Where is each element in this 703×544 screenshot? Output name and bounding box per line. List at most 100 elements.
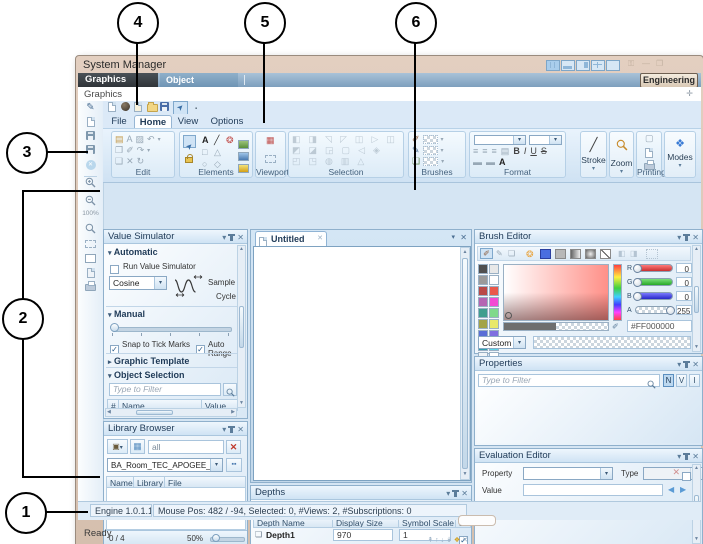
qat-library-icon[interactable] [121,102,130,114]
scroll-down-icon[interactable]: ▼ [238,400,245,407]
selection-tool-icon[interactable]: ◨ [309,135,318,144]
palette-swatch[interactable] [478,308,488,318]
gradient-brush-icon[interactable]: ✎ [496,249,503,258]
line-tool-icon[interactable]: ╱ [214,136,219,145]
green-value[interactable]: 0 [676,277,692,287]
qat-pointer-icon[interactable]: ➤ [173,101,188,115]
palette-swatch[interactable] [489,264,499,274]
zoom-in-icon[interactable] [78,177,103,191]
library-options-icon[interactable]: ▪▪ [226,458,242,472]
delete-depth-icon[interactable]: ✕ [462,537,468,544]
palette-swatch[interactable] [489,297,499,307]
new-document-icon[interactable] [78,117,103,130]
document-close-icon[interactable]: ✕ [460,233,467,242]
library-zoom-thumb[interactable] [212,534,220,542]
ribbon-tab-file[interactable]: File [106,115,132,128]
hue-bar[interactable] [613,264,622,321]
pencil-icon[interactable]: ✎ [78,103,103,113]
snap-checkbox[interactable]: ✓ [110,339,119,357]
eyedropper-icon[interactable]: ✐ [612,322,619,331]
rectangle-tool-icon[interactable]: □ [202,148,207,157]
filter-name-button[interactable]: N [663,374,674,387]
library-source-button[interactable]: ▣▾ [107,439,128,454]
palette-swatch[interactable] [478,297,488,307]
selection-tool-icon[interactable]: ◍ [325,157,333,166]
align-center-icon[interactable]: ≡ [482,147,487,156]
stroke-button[interactable]: ╱ Stroke ▾ [580,131,607,178]
manual-slider-track[interactable] [112,327,232,332]
window-grip[interactable] [458,515,496,526]
underline-button[interactable]: U [530,147,537,156]
panel-pin-icon[interactable] [685,453,688,460]
panel-menu-icon[interactable]: ▾ [677,452,681,461]
selection-tool-icon[interactable]: ▷ [371,135,378,144]
hex-color-input[interactable]: #FF000000 [627,320,692,332]
delete-icon[interactable]: ✕ [126,157,134,166]
panel-pin-icon[interactable] [454,490,457,497]
texture-icon[interactable] [646,249,658,259]
stroke-brush-swatch[interactable] [423,146,438,155]
waveform-select[interactable]: Cosine▾ [109,276,167,290]
selection-tool-icon[interactable]: ◪ [309,146,318,155]
zoom-button[interactable]: Zoom ▾ [609,131,634,178]
brush-editor-vscrollbar[interactable]: ▲ ▼ [692,245,701,352]
selection-tool-icon[interactable]: ◁ [358,146,365,155]
move-top-icon[interactable]: ↟ [427,537,433,544]
redo-dropdown-icon[interactable]: ▾ [147,148,150,154]
section-automatic[interactable]: ▾ Automatic [108,247,158,257]
fill-brush-dropdown-icon[interactable]: ▾ [441,137,444,143]
font-size-select[interactable]: ▾ [529,135,562,145]
green-slider-thumb[interactable] [633,278,642,287]
selection-tool-icon[interactable]: ◲ [325,146,334,155]
qat-save-icon[interactable] [160,102,169,114]
restore-icon[interactable]: ❐ [656,59,663,68]
properties-filter-input[interactable]: Type to Filter [478,374,660,387]
panel-menu-icon[interactable]: ▾ [222,425,226,434]
viewport-select-icon[interactable] [265,150,276,168]
value-input[interactable] [523,484,663,496]
background-brush-dropdown-icon[interactable]: ▾ [441,159,444,165]
eraser-icon[interactable]: ▨ [136,135,145,144]
depth-row-name[interactable]: Depth1 [266,530,295,540]
selection-tool-icon[interactable]: ◩ [292,146,301,155]
ribbon-tab-home[interactable]: Home [134,115,172,129]
linear-gradient-swatch[interactable] [570,249,581,259]
palette-swatch[interactable] [478,264,488,274]
scroll-down-icon[interactable]: ▼ [461,471,469,478]
layout-quad-button[interactable] [591,60,605,71]
paste-brush-icon[interactable]: ◨ [630,249,638,258]
library-view-icon[interactable]: ▦ [130,439,145,454]
close-document-icon[interactable]: ✕ [78,159,103,170]
evaluation-checkbox[interactable] [682,468,691,486]
add-depth-icon[interactable]: ❖ [454,537,460,544]
text-tool-icon[interactable]: A [202,136,209,145]
fit-view-icon[interactable] [78,254,103,266]
dock-pin-icon[interactable]: ✛ [686,89,693,98]
save-icon[interactable] [78,131,103,143]
paste-icon[interactable]: ▤ [115,135,124,144]
value-simulator-hscrollbar[interactable]: ◀ ▶ [105,408,237,417]
lock-tool-icon[interactable] [185,150,193,168]
panel-close-icon[interactable]: ✕ [692,360,699,369]
brush-type-select[interactable]: Custom▾ [478,336,526,349]
ribbon-tab-view[interactable]: View [173,115,203,128]
selection-tool-icon[interactable]: ◫ [355,135,364,144]
document-list-dropdown-icon[interactable]: ▾ [451,233,455,241]
print-icon[interactable] [78,281,103,294]
move-down-icon[interactable]: ↓ [441,537,445,544]
palette-swatch[interactable] [478,319,488,329]
blue-slider-thumb[interactable] [633,292,642,301]
object-filter-search-icon[interactable] [223,383,237,396]
section-manual[interactable]: ▾ Manual [108,309,145,319]
object-filter-input[interactable]: Type to Filter [109,383,221,396]
align-left-icon[interactable]: ≡ [473,147,478,156]
previous-icon[interactable]: ◀ [668,485,674,494]
evaluation-delete-icon[interactable]: ✕ [672,467,680,478]
manual-slider-thumb[interactable] [110,323,119,332]
export-image-icon[interactable] [78,268,103,281]
property-select[interactable]: ▾ [523,467,613,480]
palette-swatch[interactable] [478,275,488,285]
clear-search-icon[interactable]: ✕ [226,440,241,454]
duplicate-icon[interactable]: ❏ [115,157,123,166]
red-value[interactable]: 0 [676,263,692,273]
